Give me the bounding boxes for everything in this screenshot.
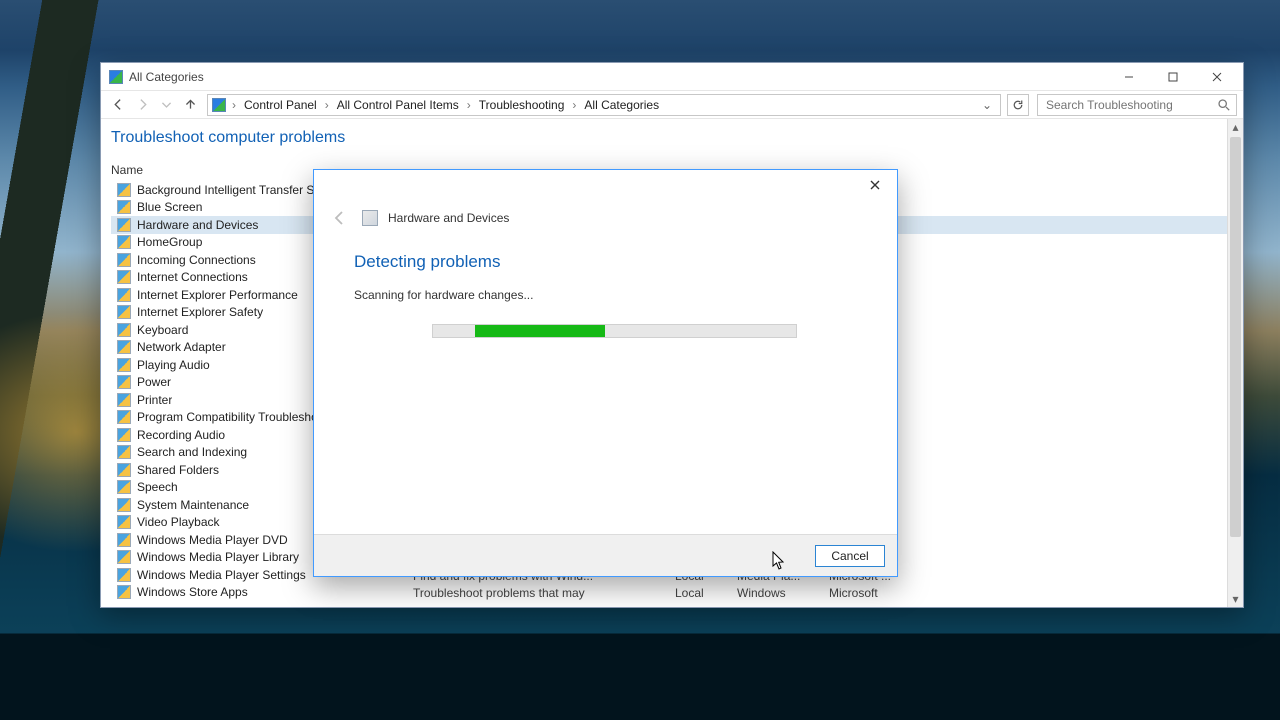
troubleshooter-icon [117, 358, 131, 372]
troubleshooter-icon [117, 568, 131, 582]
window-titlebar[interactable]: All Categories [101, 63, 1243, 91]
detail-cell: Troubleshoot problems that may [413, 586, 663, 600]
troubleshooter-icon [117, 323, 131, 337]
dialog-titlebar[interactable] [314, 170, 897, 200]
desktop-wallpaper: All Categories [0, 0, 1280, 720]
troubleshooter-icon [117, 393, 131, 407]
troubleshooter-icon [117, 305, 131, 319]
troubleshooter-icon [117, 480, 131, 494]
troubleshooter-icon [117, 340, 131, 354]
progress-bar [432, 324, 797, 338]
detail-cell: Local [675, 586, 725, 600]
dialog-title: Hardware and Devices [388, 211, 509, 225]
breadcrumb[interactable]: All Control Panel Items [335, 98, 461, 112]
list-item-label: Shared Folders [137, 463, 219, 477]
list-item-label: Playing Audio [137, 358, 210, 372]
troubleshooter-icon [117, 498, 131, 512]
nav-back-button[interactable] [107, 94, 129, 116]
progress-chunk [475, 325, 605, 337]
list-item-label: Power [137, 375, 171, 389]
list-item-label: Internet Explorer Performance [137, 288, 298, 302]
address-icon [212, 98, 226, 112]
address-bar[interactable]: › Control Panel › All Control Panel Item… [207, 94, 1001, 116]
list-item-label: System Maintenance [137, 498, 249, 512]
dialog-message: Scanning for hardware changes... [354, 288, 857, 302]
address-dropdown-icon[interactable]: ⌄ [978, 98, 996, 112]
chevron-right-icon: › [323, 98, 331, 112]
search-box[interactable] [1037, 94, 1237, 116]
detail-cell: Microsoft [829, 586, 909, 600]
search-input[interactable] [1044, 97, 1217, 113]
dialog-heading: Detecting problems [354, 252, 857, 272]
troubleshooter-icon [117, 533, 131, 547]
troubleshooter-icon [117, 515, 131, 529]
list-item-label: Windows Media Player DVD [137, 533, 288, 547]
troubleshooter-icon [117, 463, 131, 477]
list-item-label: Keyboard [137, 323, 188, 337]
dialog-icon [362, 210, 378, 226]
list-item-label: HomeGroup [137, 235, 202, 249]
refresh-button[interactable] [1007, 94, 1029, 116]
troubleshooter-icon [117, 375, 131, 389]
troubleshooter-icon [117, 445, 131, 459]
scroll-down-icon[interactable]: ▾ [1228, 591, 1243, 607]
list-item-label: Internet Explorer Safety [137, 305, 263, 319]
list-item-label: Search and Indexing [137, 445, 247, 459]
chevron-right-icon: › [570, 98, 578, 112]
breadcrumb[interactable]: Control Panel [242, 98, 319, 112]
list-item-label: Windows Store Apps [137, 585, 248, 599]
vertical-scrollbar[interactable]: ▴ ▾ [1227, 119, 1243, 607]
nav-forward-button[interactable] [131, 94, 153, 116]
troubleshooter-icon [117, 218, 131, 232]
scroll-up-icon[interactable]: ▴ [1228, 119, 1243, 135]
troubleshooter-icon [117, 288, 131, 302]
page-title: Troubleshoot computer problems [111, 129, 1233, 147]
list-item-label: Video Playback [137, 515, 220, 529]
breadcrumb[interactable]: All Categories [582, 98, 661, 112]
troubleshooter-icon [117, 410, 131, 424]
troubleshooter-dialog: Hardware and Devices Detecting problems … [313, 169, 898, 577]
troubleshooter-icon [117, 183, 131, 197]
list-item-label: Network Adapter [137, 340, 226, 354]
chevron-right-icon: › [465, 98, 473, 112]
list-item-label: Windows Media Player Library [137, 550, 299, 564]
cancel-button[interactable]: Cancel [815, 545, 885, 567]
chevron-right-icon: › [230, 98, 238, 112]
dialog-back-button [328, 206, 352, 230]
window-title: All Categories [129, 70, 204, 84]
list-item-label: Hardware and Devices [137, 218, 258, 232]
search-icon [1217, 98, 1230, 111]
list-item-label: Printer [137, 393, 172, 407]
troubleshooter-icon [117, 253, 131, 267]
list-item-label: Incoming Connections [137, 253, 256, 267]
list-item-label: Windows Media Player Settings [137, 568, 306, 582]
detail-cell: Windows [737, 586, 817, 600]
troubleshooter-icon [117, 235, 131, 249]
list-item-label: Speech [137, 480, 178, 494]
list-item-label: Blue Screen [137, 200, 202, 214]
list-item-label: Background Intelligent Transfer Se [137, 183, 321, 197]
scroll-thumb[interactable] [1230, 137, 1241, 537]
troubleshooter-icon [117, 428, 131, 442]
nav-recent-dropdown[interactable] [155, 94, 177, 116]
list-item-label: Program Compatibility Troublesho [137, 410, 318, 424]
maximize-button[interactable] [1151, 63, 1195, 91]
troubleshooter-icon [117, 200, 131, 214]
dialog-close-button[interactable] [857, 172, 893, 198]
troubleshooter-icon [117, 585, 131, 599]
list-item-label: Internet Connections [137, 270, 248, 284]
nav-toolbar: › Control Panel › All Control Panel Item… [101, 91, 1243, 119]
nav-up-button[interactable] [179, 94, 201, 116]
troubleshooter-icon [117, 550, 131, 564]
minimize-button[interactable] [1107, 63, 1151, 91]
breadcrumb[interactable]: Troubleshooting [477, 98, 567, 112]
list-item-label: Recording Audio [137, 428, 225, 442]
close-button[interactable] [1195, 63, 1239, 91]
troubleshooter-icon [117, 270, 131, 284]
app-icon [109, 70, 123, 84]
